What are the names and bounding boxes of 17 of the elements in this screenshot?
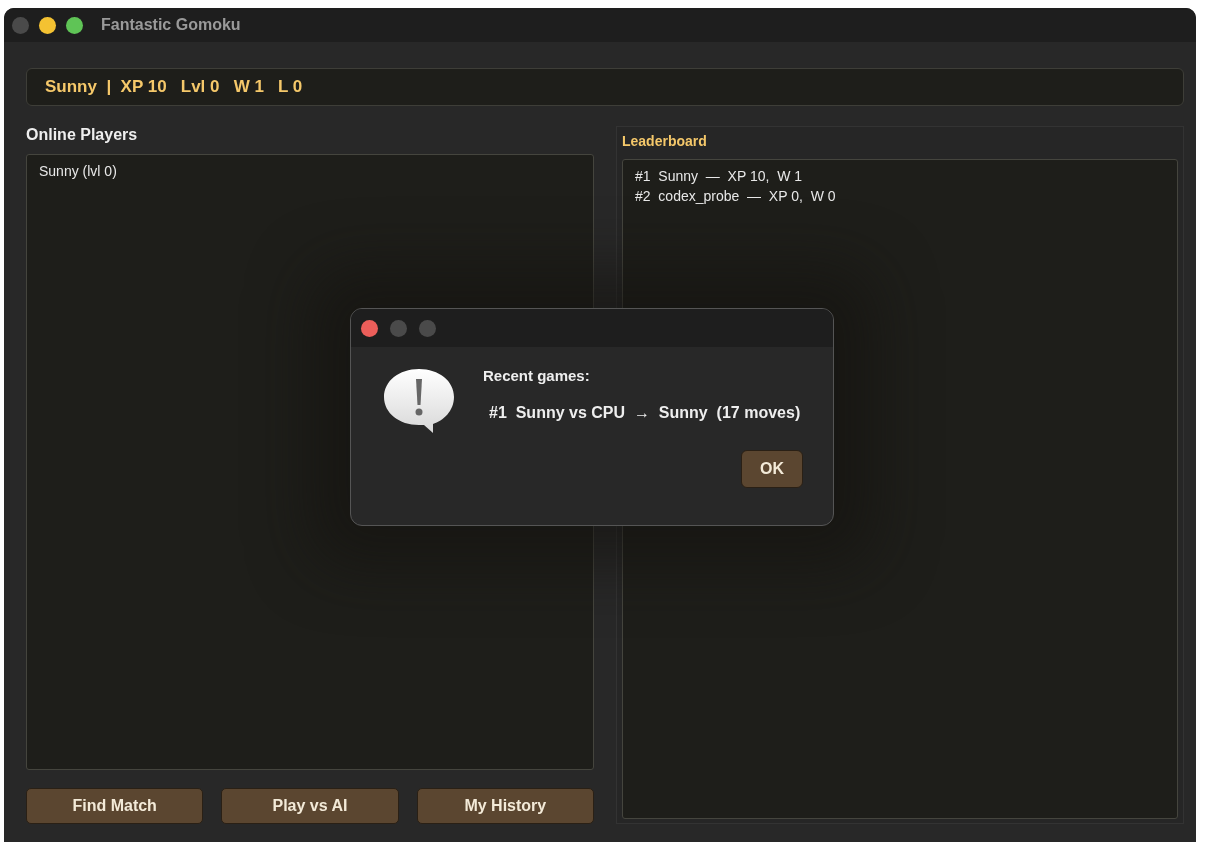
player-stats: Sunny | XP 10 Lvl 0 W 1 L 0 — [26, 68, 1184, 106]
player-item[interactable]: Sunny (lvl 0) — [39, 163, 581, 179]
section-title: Online Players — [26, 126, 139, 144]
window-title: Fantastic Gomoku — [101, 16, 241, 34]
close-button[interactable] — [361, 319, 378, 337]
leaderboard-row-text: #1 Sunny — XP 10, W 1 — [635, 168, 804, 184]
action-button[interactable]: My History — [416, 788, 594, 824]
ok-button[interactable]: OK — [741, 450, 803, 488]
speech-bubble-icon — [383, 367, 455, 433]
panel-title: Leaderboard — [622, 133, 708, 149]
leaderboard-row-text: #2 codex_probe — XP 0, W 0 — [635, 188, 837, 204]
minimize-button[interactable] — [39, 16, 56, 34]
action-button[interactable]: Find Match — [26, 788, 204, 824]
zoom-button[interactable] — [66, 16, 83, 34]
game-record: #1 Sunny vs CPU → Sunny (17 moves) — [488, 404, 802, 422]
dialog-heading: Recent games: — [483, 367, 591, 384]
action-button[interactable]: Play vs AI — [221, 788, 399, 824]
